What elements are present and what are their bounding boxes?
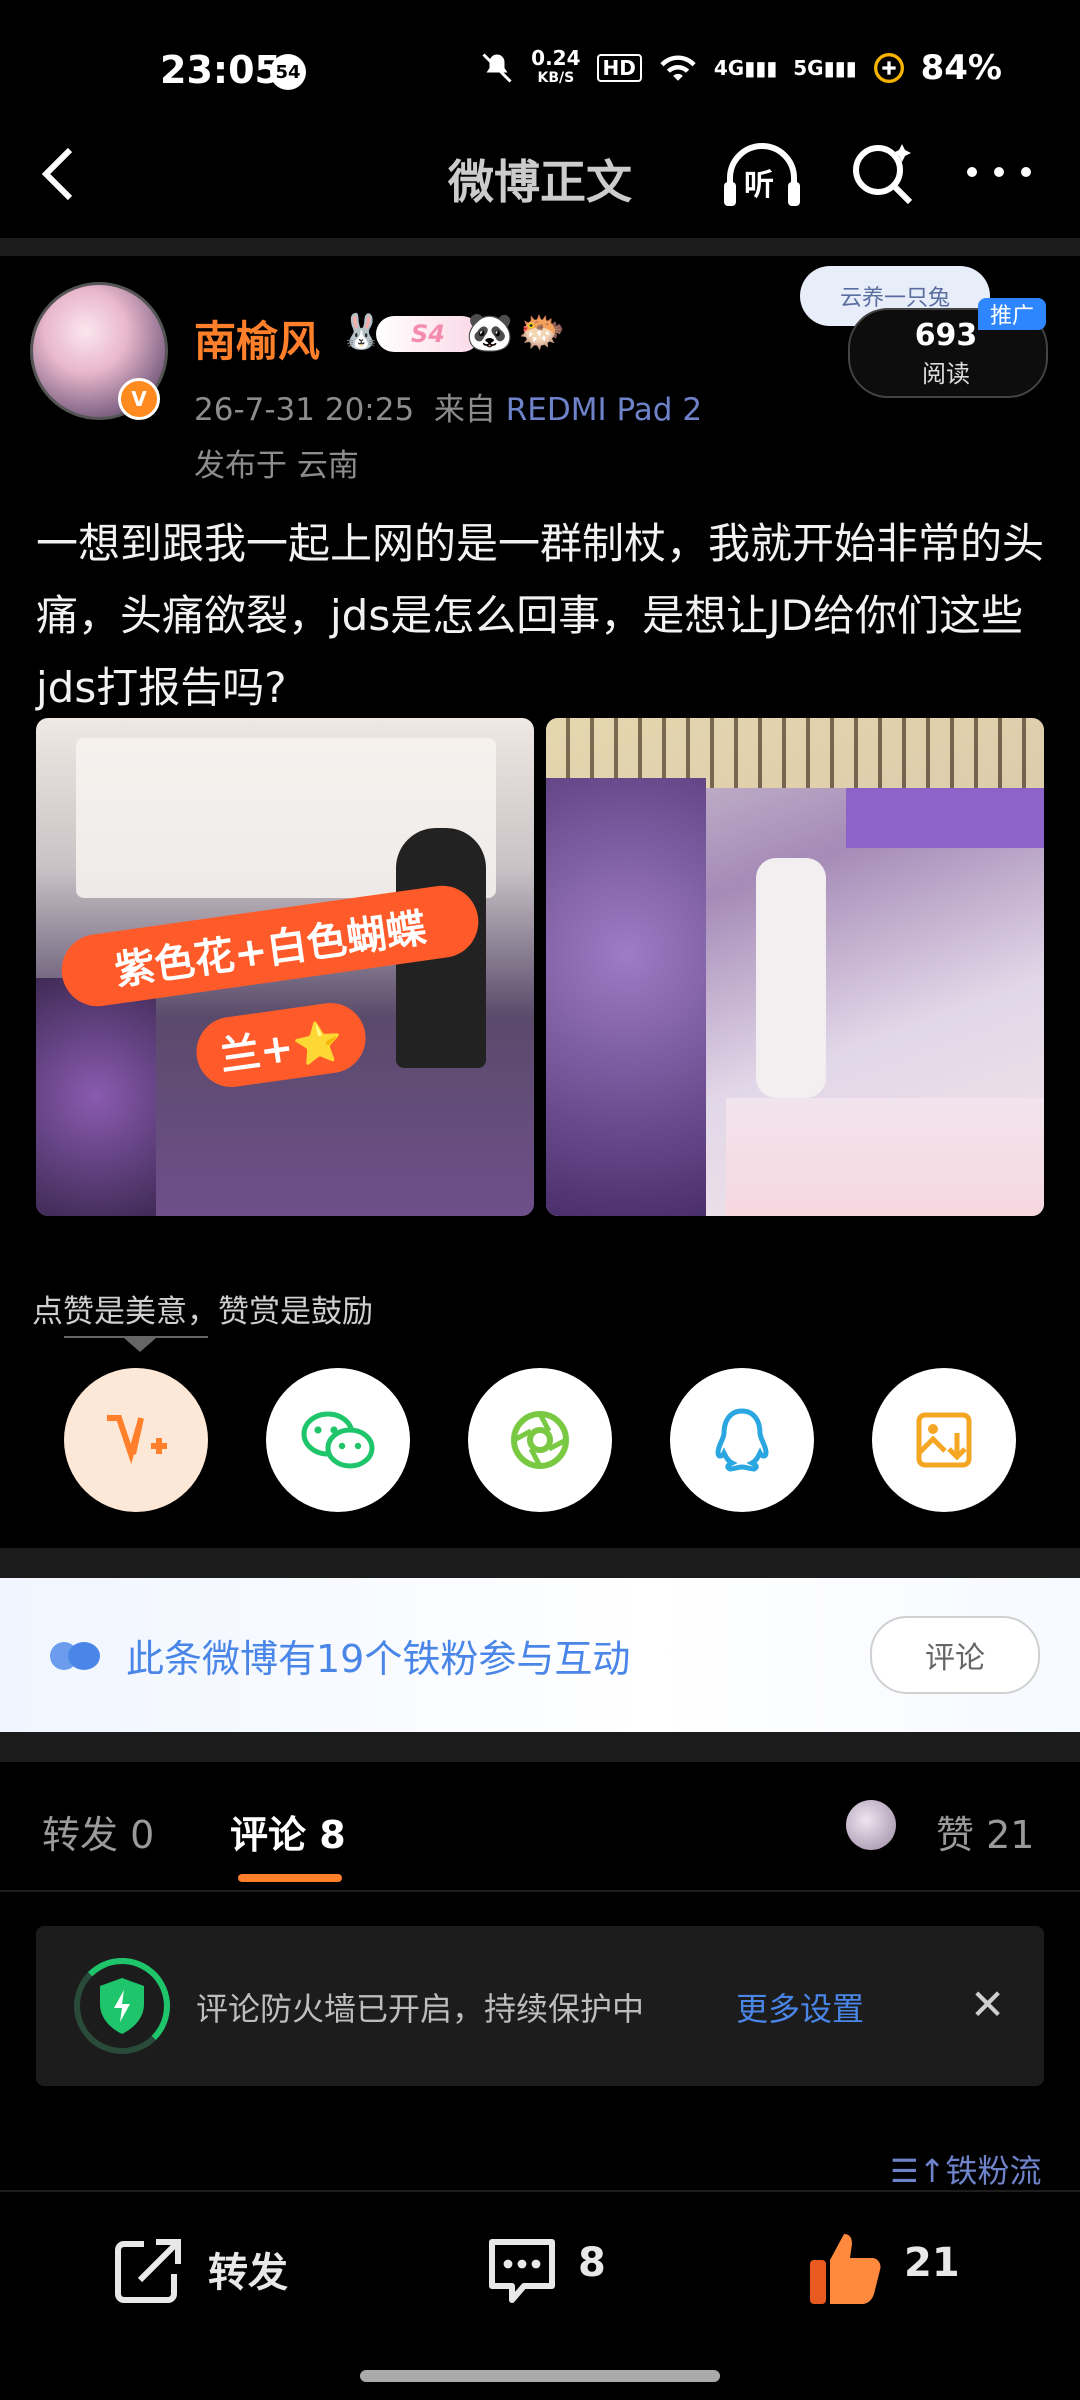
battery-saver-icon [873,53,904,83]
firewall-text: 评论防火墙已开启，持续保护中 [196,1990,645,2028]
vplus-button[interactable] [64,1368,208,1512]
post-timestamp: 26-7-31 20:25 [194,392,415,428]
wifi-icon [660,55,696,81]
post-image-2[interactable] [546,718,1044,1216]
battery-level: 84% [920,48,1002,88]
read-label: 阅读 [922,360,970,388]
post-source-prefix: 来自 [433,392,496,428]
comment-count[interactable]: 8 [578,2240,606,2286]
search-icon[interactable] [850,140,916,206]
tabs-separator [0,1890,1080,1892]
qq-button[interactable] [670,1368,814,1512]
verified-badge-icon: V [118,378,160,420]
username[interactable]: 南榆风 [194,308,320,369]
post-text: 一想到跟我一起上网的是一群制杖，我就开始非常的头痛，头痛欲裂，jds是怎么回事，… [36,519,1045,712]
level-badge: S4 [376,316,480,352]
separator [0,1732,1080,1762]
close-icon[interactable]: ✕ [970,1980,1005,2029]
separator [0,238,1080,256]
notification-badge: 54 [270,54,306,90]
hd-icon: HD [596,54,642,82]
save-image-button[interactable] [872,1368,1016,1512]
qq-icon [715,1408,769,1472]
sort-selector[interactable]: ☰↑铁粉流 [890,2146,1042,2192]
fish-icon: 🐡 [518,310,566,354]
tab-active-indicator [238,1874,342,1882]
like-count[interactable]: 21 [904,2240,960,2286]
moments-icon [511,1411,569,1469]
post-device[interactable]: REDMI Pad 2 [506,392,702,428]
liker-avatar[interactable] [846,1800,896,1850]
tab-repost[interactable]: 转发 0 [42,1804,154,1859]
vplus-icon [107,1415,167,1465]
panda-icon: 🐼 [466,310,514,354]
page-title: 微博正文 [448,155,632,209]
like-icon[interactable] [806,2228,884,2308]
mute-icon [482,53,512,83]
fans-icon [50,1642,100,1670]
signal-4g-icon: 4G▮▮▮ [713,56,778,80]
separator [0,1548,1080,1578]
promo-tag[interactable]: 推广 [978,298,1046,330]
reward-hint-caret [124,1338,156,1352]
more-icon[interactable] [964,162,1034,182]
fans-comment-button[interactable]: 评论 [870,1616,1040,1694]
listen-button[interactable]: 听 [720,138,804,210]
comment-icon[interactable] [484,2234,560,2310]
post-meta: 26-7-31 20:25 来自 REDMI Pad 2 [194,384,702,429]
fans-text: 此条微博有19个铁粉参与互动 [126,1637,631,1681]
listen-label: 听 [744,168,774,203]
moments-button[interactable] [468,1368,612,1512]
tab-comment[interactable]: 评论 8 [230,1804,346,1859]
save-image-icon [916,1412,972,1468]
sort-icon: ☰↑ [890,2152,946,2190]
tab-like[interactable]: 赞 21 [936,1804,1034,1859]
wechat-icon [301,1411,375,1469]
repost-icon[interactable] [112,2236,188,2306]
wechat-button[interactable] [266,1368,410,1512]
firewall-settings-link[interactable]: 更多设置 [736,1984,864,2030]
reward-hint: 点赞是美意，赞赏是鼓励 [32,1294,373,1330]
status-time: 23:05 [160,48,281,92]
status-icons: 0.24 KB/S HD 4G▮▮▮ 5G▮▮▮ 84% [479,48,1002,88]
post-location: 发布于 云南 [194,448,359,484]
home-indicator[interactable] [360,2370,720,2382]
shield-icon [100,1978,144,2034]
repost-label[interactable]: 转发 [208,2240,288,2298]
network-speed: 0.24 KB/S [531,46,581,86]
signal-5g-icon: 5G▮▮▮ [793,56,857,80]
